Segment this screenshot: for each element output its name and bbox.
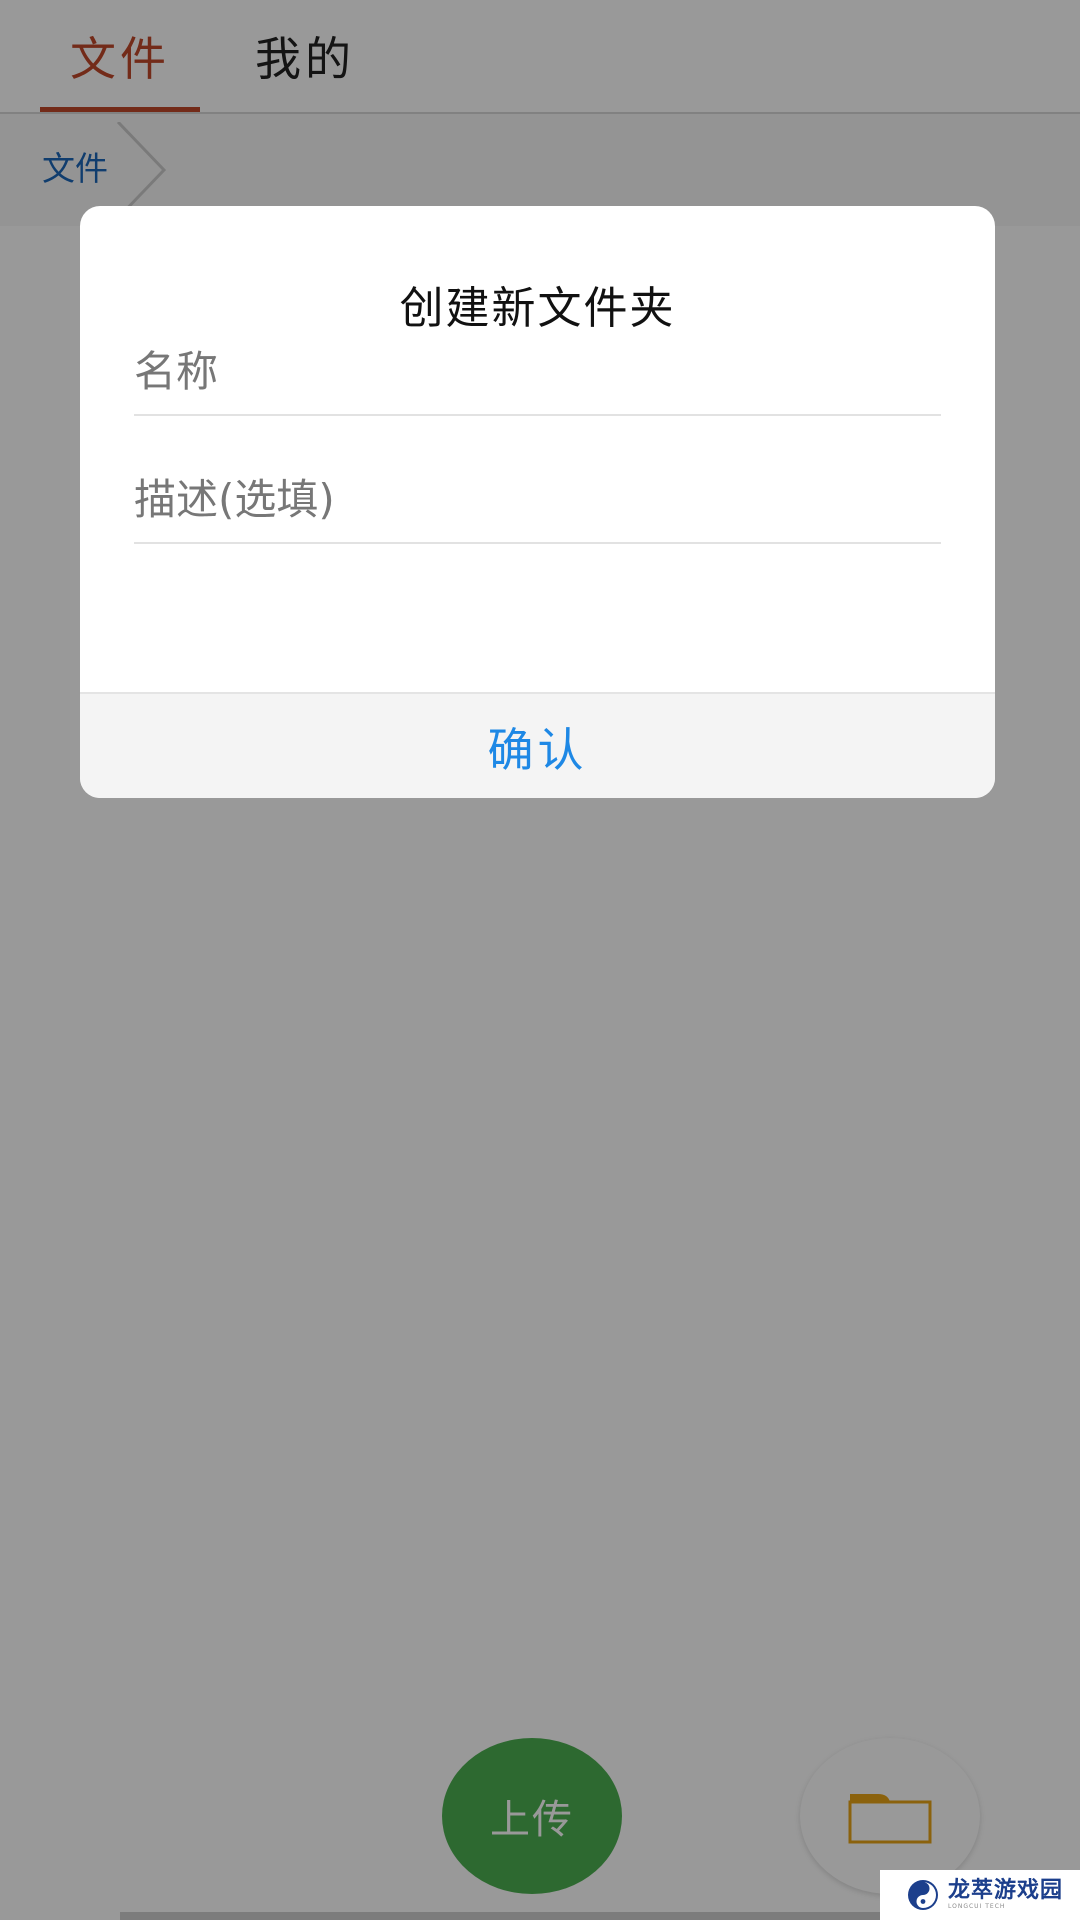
dialog-footer: 确认 xyxy=(80,692,995,798)
folder-description-input[interactable] xyxy=(134,456,941,542)
watermark-text: 龙萃游戏园 xyxy=(948,1878,1064,1903)
watermark-logo: 龙萃游戏园 LONGCUI TECH xyxy=(880,1870,1080,1920)
brand-logo-icon xyxy=(908,1880,938,1910)
dialog-title: 创建新文件夹 xyxy=(399,283,676,334)
create-folder-dialog: 创建新文件夹 确认 xyxy=(80,206,995,798)
folder-name-input[interactable] xyxy=(134,328,941,414)
confirm-button[interactable]: 确认 xyxy=(80,694,995,798)
folder-desc-field xyxy=(134,456,941,544)
watermark-subtext: LONGCUI TECH xyxy=(948,1903,1006,1910)
folder-name-field xyxy=(134,328,941,416)
